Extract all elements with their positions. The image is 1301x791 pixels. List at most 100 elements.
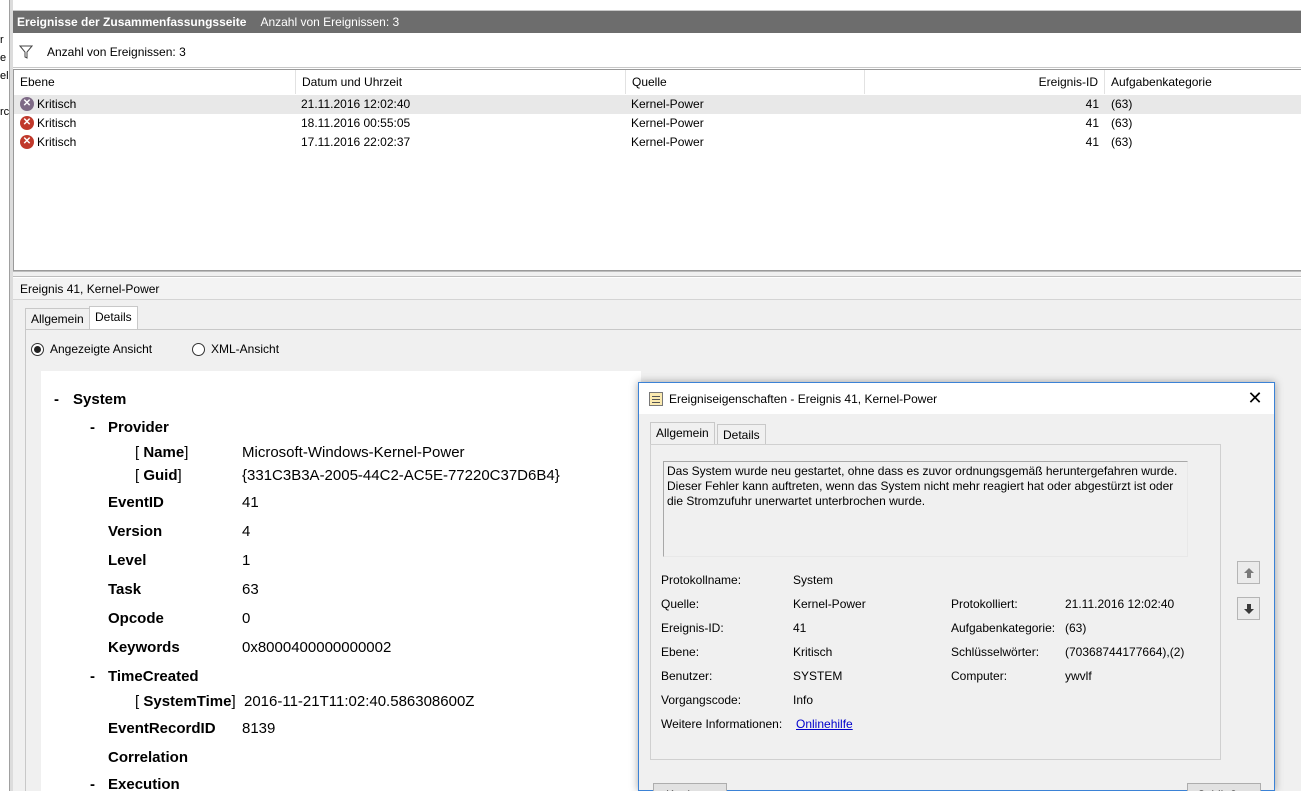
label-task-category: Aufgabenkategorie: (951, 621, 1056, 635)
copy-button[interactable]: Kopieren (653, 783, 727, 791)
filter-label: Anzahl von Ereignissen: 3 (47, 44, 186, 59)
filter-bar: Anzahl von Ereignissen: 3 (13, 36, 1301, 68)
close-button[interactable]: Schließen (1187, 783, 1261, 791)
event-description[interactable]: Das System wurde neu gestartet, ohne das… (663, 461, 1188, 557)
attr-name-key: [ Name] (135, 444, 189, 461)
row-datetime: 17.11.2016 22:02:37 (301, 135, 411, 149)
label-source: Quelle: (661, 597, 700, 611)
left-pane-edge: r e el rc (0, 0, 10, 791)
radio-selected-indicator (31, 342, 44, 356)
row-level: Kritisch (37, 135, 77, 149)
node-eventid: EventID (108, 494, 164, 511)
value-source: Kernel-Power (793, 597, 866, 611)
eventrecordid-value: 8139 (242, 720, 276, 737)
tab-general[interactable]: Allgemein (25, 308, 90, 330)
node-correlation: Correlation (108, 749, 189, 766)
node-task: Task (108, 581, 142, 598)
arrow-up-icon (1243, 567, 1254, 578)
close-icon[interactable]: ✕ (1244, 387, 1266, 409)
node-version: Version (108, 523, 163, 540)
row-source: Kernel-Power (631, 135, 704, 149)
node-eventrecordid: EventRecordID (108, 720, 216, 737)
row-category: (63) (1111, 116, 1133, 130)
summary-header: Ereignisse der Zusammenfassungsseite Anz… (13, 11, 1301, 33)
online-help-link[interactable]: Onlinehilfe (796, 717, 853, 731)
detail-title: Ereignis 41, Kernel-Power (13, 278, 1301, 300)
label-computer: Computer: (951, 669, 1008, 683)
value-logged: 21.11.2016 12:02:40 (1065, 597, 1175, 611)
radio-friendly-view[interactable]: Angezeigte Ansicht (31, 342, 152, 356)
header-title: Ereignisse der Zusammenfassungsseite (17, 15, 247, 29)
node-execution: Execution (108, 776, 180, 791)
table-row[interactable]: ✕ Kritisch 17.11.2016 22:02:37 Kernel-Po… (14, 133, 1301, 152)
critical-x-icon: ✕ (20, 135, 34, 149)
header-count: Anzahl von Ereignissen: 3 (260, 15, 400, 29)
column-header-datetime[interactable]: Datum und Uhrzeit (296, 70, 626, 94)
row-category: (63) (1111, 97, 1133, 111)
attr-guid-value: {331C3B3A-2005-44C2-AC5E-77220C37D6B4} (242, 467, 560, 484)
collapse-toggle[interactable]: - (90, 776, 95, 791)
event-viewer-icon (649, 391, 663, 406)
row-category: (63) (1111, 135, 1133, 149)
next-event-button[interactable] (1237, 597, 1260, 620)
radio-xml-view[interactable]: XML-Ansicht (192, 342, 279, 356)
arrow-down-icon (1243, 603, 1254, 614)
funnel-icon[interactable] (19, 45, 33, 59)
critical-x-icon: ✕ (20, 116, 34, 130)
collapse-toggle[interactable]: - (90, 668, 95, 685)
label-more-info: Weitere Informationen: (661, 717, 783, 731)
column-header-task-category[interactable]: Aufgabenkategorie (1105, 70, 1301, 94)
radio-unselected-indicator (192, 342, 205, 356)
attr-systemtime-key: [ SystemTime] (135, 693, 236, 710)
value-level: Kritisch (793, 645, 833, 659)
node-timecreated: TimeCreated (108, 668, 199, 685)
task-value: 63 (242, 581, 259, 598)
previous-event-button[interactable] (1237, 561, 1260, 584)
row-datetime: 21.11.2016 12:02:40 (301, 97, 411, 111)
event-xml-view: - System - Provider [ Name] Microsoft-Wi… (41, 371, 641, 791)
dialog-title: Ereigniseigenschaften - Ereignis 41, Ker… (669, 391, 938, 406)
value-opcode: Info (793, 693, 814, 707)
left-pane-char: el (0, 70, 9, 82)
table-row[interactable]: ✕ Kritisch 21.11.2016 12:02:40 Kernel-Po… (14, 95, 1301, 114)
node-level: Level (108, 552, 147, 569)
tab-details[interactable]: Details (89, 306, 138, 330)
keywords-value: 0x8000400000000002 (242, 639, 392, 656)
value-task-category: (63) (1065, 621, 1087, 635)
left-pane-char: e (0, 52, 7, 64)
dialog-tab-details[interactable]: Details (717, 424, 766, 446)
column-header-event-id[interactable]: Ereignis-ID (865, 70, 1105, 94)
attr-name-value: Microsoft-Windows-Kernel-Power (242, 444, 465, 461)
value-log-name: System (793, 573, 834, 587)
systemtime-value: 2016-11-21T11:02:40.586308600Z (244, 693, 475, 710)
level-value: 1 (242, 552, 251, 569)
attr-systemtime-label: SystemTime (143, 693, 232, 710)
node-system: System (73, 391, 127, 408)
row-source: Kernel-Power (631, 116, 704, 130)
event-list: Ebene Datum und Uhrzeit Quelle Ereignis-… (13, 69, 1301, 271)
label-keywords: Schlüsselwörter: (951, 645, 1040, 659)
radio-xml-label: XML-Ansicht (211, 342, 280, 356)
value-event-id: 41 (793, 621, 807, 635)
collapse-toggle[interactable]: - (54, 391, 59, 408)
attr-name-label: Name (143, 444, 185, 461)
value-keywords: (70368744177664),(2) (1065, 645, 1185, 659)
row-level: Kritisch (37, 116, 77, 130)
node-keywords: Keywords (108, 639, 180, 656)
attr-guid-label: Guid (143, 467, 178, 484)
collapse-toggle[interactable]: - (90, 419, 95, 436)
row-event-id: 41 (1085, 97, 1099, 111)
dialog-titlebar[interactable]: Ereigniseigenschaften - Ereignis 41, Ker… (639, 383, 1274, 414)
label-event-id: Ereignis-ID: (661, 621, 724, 635)
column-header-level[interactable]: Ebene (14, 70, 296, 94)
column-header-source[interactable]: Quelle (626, 70, 865, 94)
label-level: Ebene: (661, 645, 700, 659)
left-pane-char: rc (0, 106, 10, 118)
version-value: 4 (242, 523, 251, 540)
table-row[interactable]: ✕ Kritisch 18.11.2016 00:55:05 Kernel-Po… (14, 114, 1301, 133)
radio-friendly-label: Angezeigte Ansicht (50, 342, 153, 356)
row-event-id: 41 (1085, 135, 1099, 149)
node-opcode: Opcode (108, 610, 164, 627)
horizontal-splitter[interactable] (13, 271, 1301, 277)
dialog-tab-general[interactable]: Allgemein (650, 422, 715, 446)
